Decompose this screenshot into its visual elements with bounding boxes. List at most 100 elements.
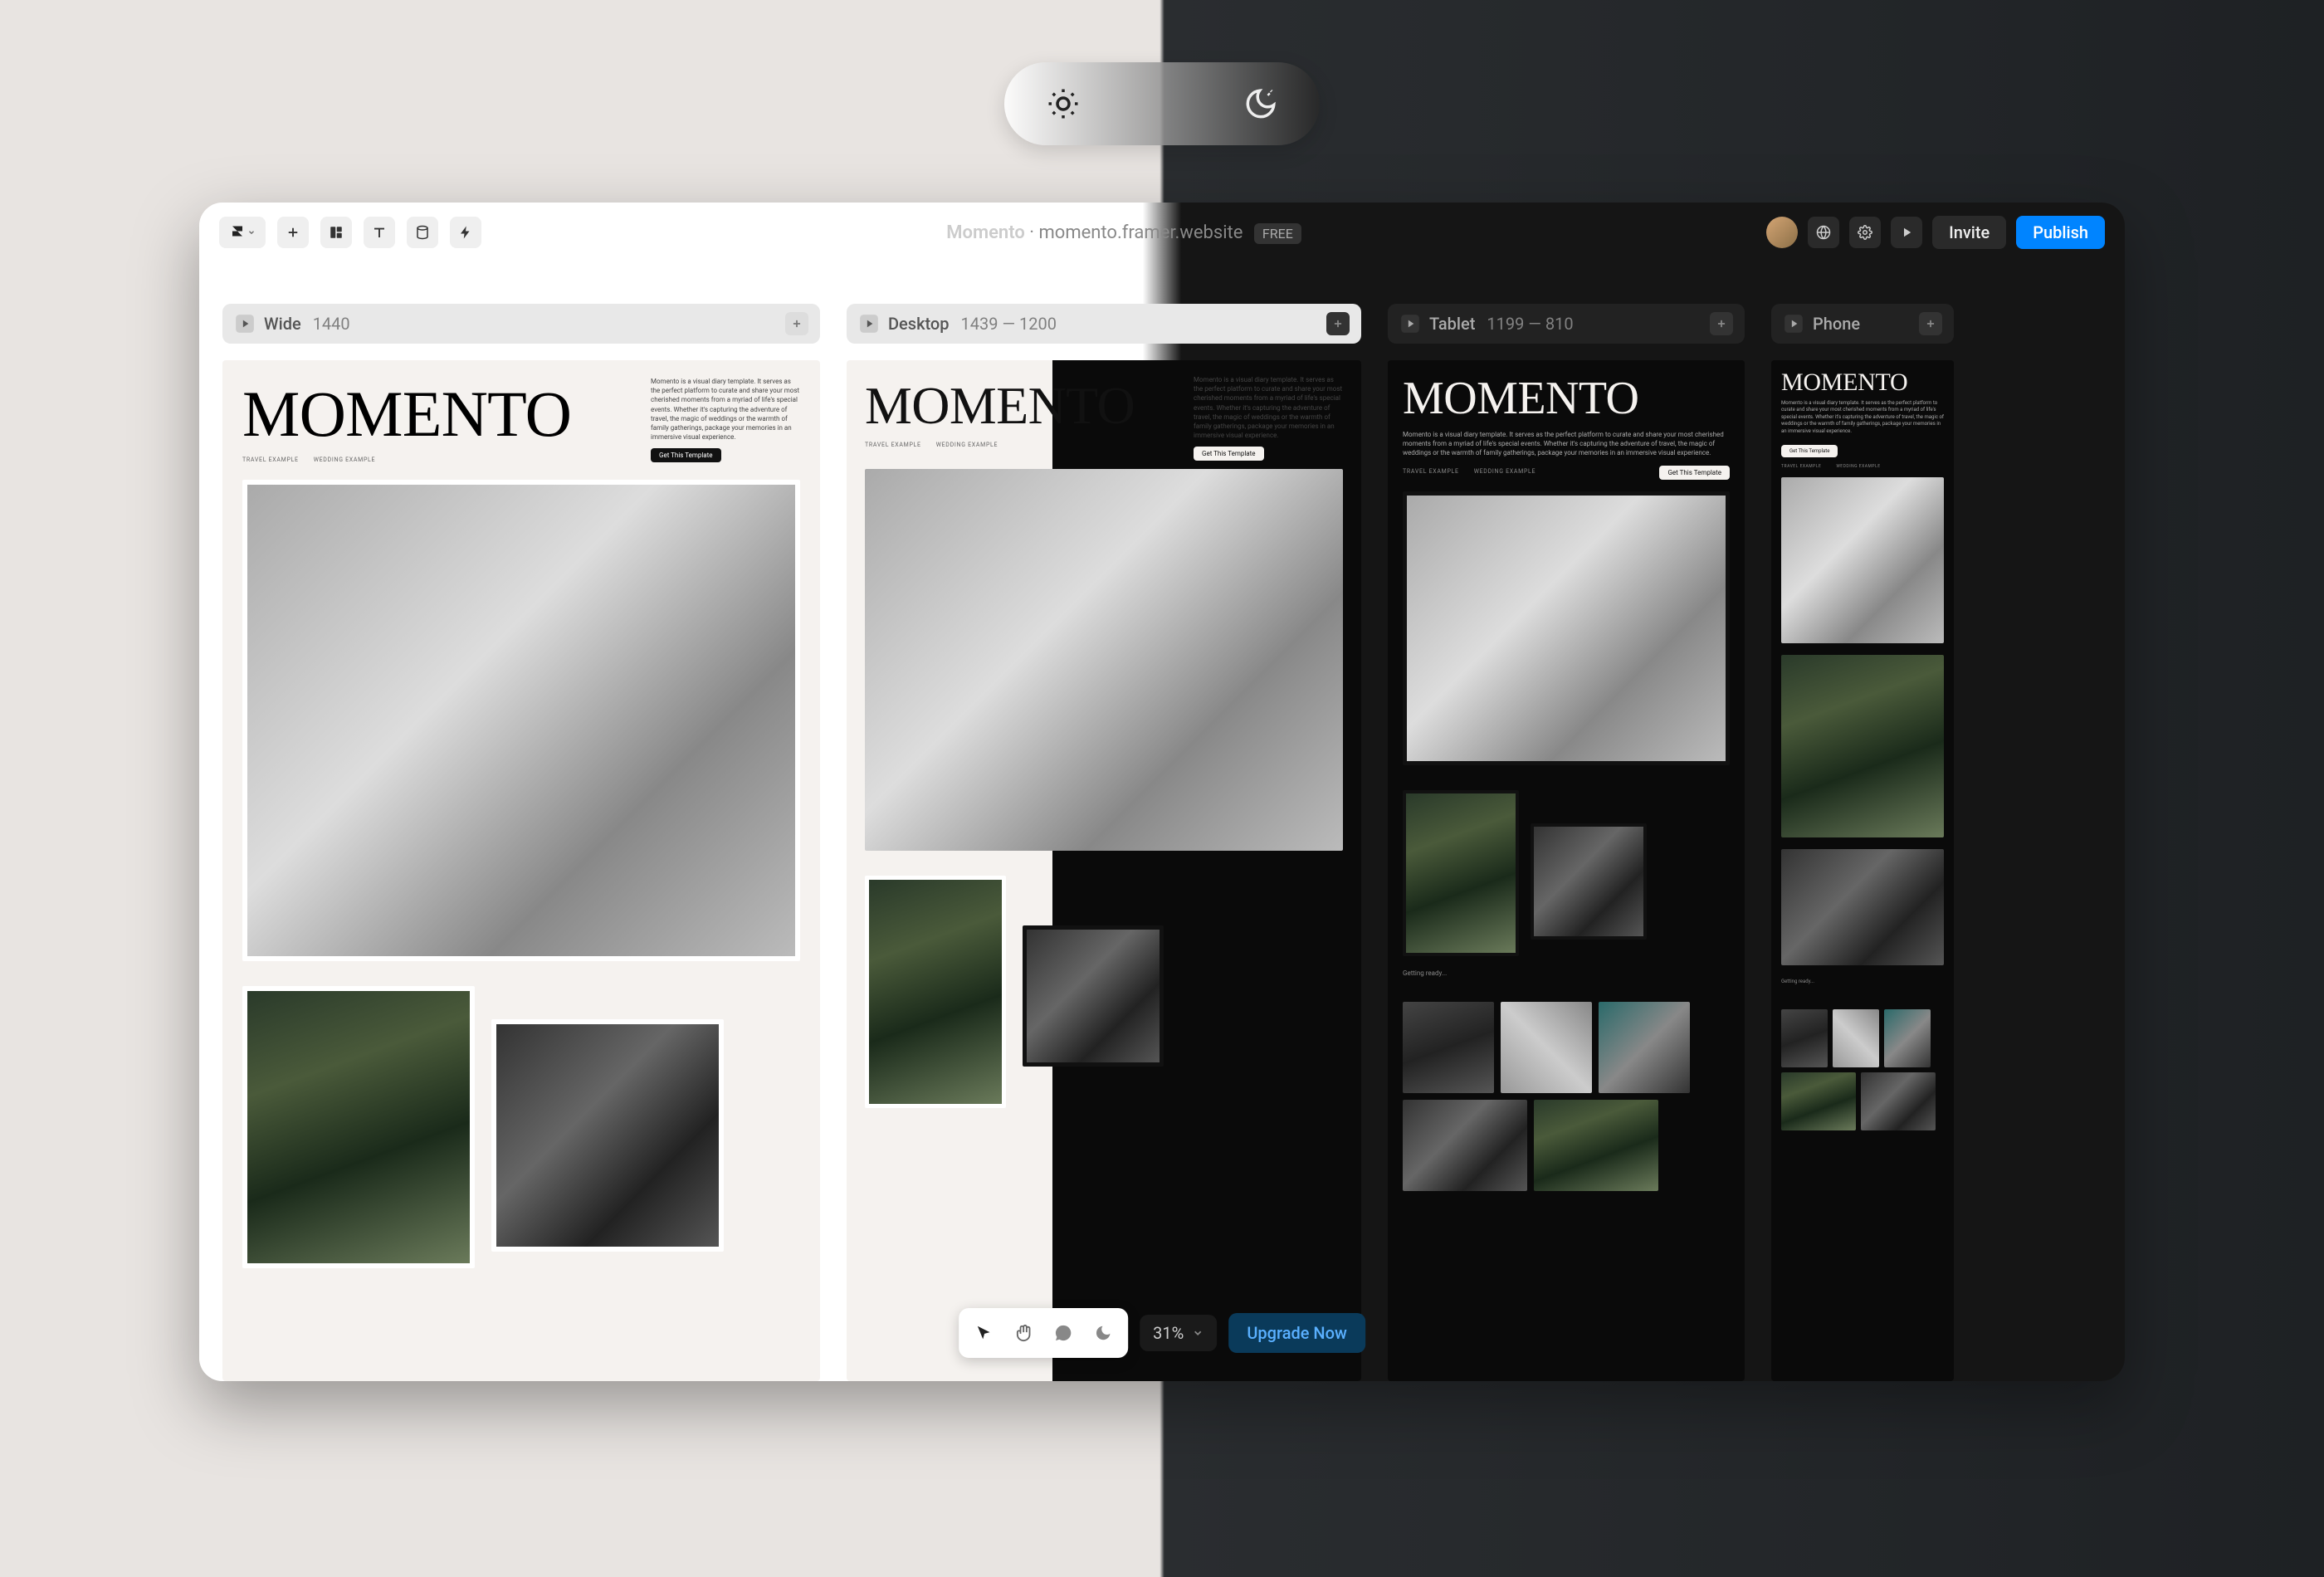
theme-toggle[interactable] xyxy=(1004,62,1320,145)
breakpoint-phone[interactable]: Phone MOMENTO Momento is a visual diary … xyxy=(1771,304,1954,1381)
gallery-image xyxy=(1781,849,1944,965)
framer-logo-button[interactable] xyxy=(219,217,266,248)
invite-button[interactable]: Invite xyxy=(1932,216,2006,249)
publish-button[interactable]: Publish xyxy=(2016,216,2105,249)
insert-button[interactable] xyxy=(277,217,309,248)
play-icon xyxy=(1399,313,1421,334)
add-breakpoint-button[interactable] xyxy=(785,312,808,335)
breakpoint-name: Phone xyxy=(1813,314,1860,334)
breakpoint-size: 1440 xyxy=(313,314,350,334)
upgrade-button[interactable]: Upgrade Now xyxy=(1228,1313,1365,1353)
tag-travel: TRAVEL EXAMPLE xyxy=(1781,464,1821,469)
hero-image xyxy=(242,480,800,961)
cursor-tool[interactable] xyxy=(965,1315,1002,1351)
gallery-image xyxy=(1861,1072,1936,1130)
play-icon xyxy=(858,313,880,334)
settings-button[interactable] xyxy=(1849,217,1881,248)
intro-text: Momento is a visual diary template. It s… xyxy=(1194,375,1343,440)
gallery-image xyxy=(865,876,1006,1108)
gallery-image xyxy=(1403,1100,1527,1191)
avatar[interactable] xyxy=(1766,217,1798,248)
intro-text: Momento is a visual diary template. It s… xyxy=(651,377,800,442)
gallery-image xyxy=(1531,823,1647,940)
add-breakpoint-button[interactable] xyxy=(1919,312,1942,335)
actions-button[interactable] xyxy=(450,217,481,248)
hero-title: MOMENTO xyxy=(865,375,1179,437)
breakpoint-header-wide[interactable]: Wide 1440 xyxy=(222,304,820,344)
gallery-image xyxy=(1781,655,1944,837)
hero-title: MOMENTO xyxy=(1403,372,1730,425)
add-breakpoint-button[interactable] xyxy=(1326,312,1350,335)
breakpoint-wide[interactable]: Wide 1440 MOMENTO TRAVEL EXAMPLE WEDDING… xyxy=(222,304,820,1381)
frame-wide[interactable]: MOMENTO TRAVEL EXAMPLE WEDDING EXAMPLE M… xyxy=(222,360,820,1381)
topbar: Momento · momento.framer.website FREE In… xyxy=(199,203,2125,262)
breakpoint-size: 1199 — 810 xyxy=(1487,314,1573,334)
gallery-image xyxy=(1403,790,1519,956)
tag-wedding: WEDDING EXAMPLE xyxy=(936,442,998,448)
moon-icon xyxy=(1243,86,1278,121)
breakpoint-name: Desktop xyxy=(888,314,950,334)
hand-tool[interactable] xyxy=(1005,1315,1042,1351)
gallery-image xyxy=(1403,1002,1494,1093)
project-url: momento.framer.website xyxy=(1038,222,1243,243)
section-label: Getting ready... xyxy=(1781,979,1944,984)
breakpoint-header-phone[interactable]: Phone xyxy=(1771,304,1954,344)
hero-title: MOMENTO xyxy=(242,377,636,452)
project-title-area[interactable]: Momento · momento.framer.website FREE xyxy=(495,222,1753,243)
frame-phone[interactable]: MOMENTO Momento is a visual diary templa… xyxy=(1771,360,1954,1381)
tool-group-light xyxy=(959,1308,1128,1358)
dark-mode-tool[interactable] xyxy=(1085,1315,1121,1351)
breakpoint-desktop[interactable]: Desktop 1439 — 1200 MOMENTO TRAVEL EXAMP… xyxy=(847,304,1361,1381)
play-icon xyxy=(234,313,256,334)
breakpoint-header-tablet[interactable]: Tablet 1199 — 810 xyxy=(1388,304,1745,344)
hero-image xyxy=(1781,477,1944,643)
comment-tool[interactable] xyxy=(1045,1315,1081,1351)
intro-text: Momento is a visual diary template. It s… xyxy=(1403,430,1730,458)
gallery-image xyxy=(1781,1072,1856,1130)
breakpoint-tablet[interactable]: Tablet 1199 — 810 MOMENTO Momento is a v… xyxy=(1388,304,1745,1381)
project-title: Momento xyxy=(946,222,1025,243)
gallery-image xyxy=(1534,1100,1658,1191)
frame-tablet[interactable]: MOMENTO Momento is a visual diary templa… xyxy=(1388,360,1745,1381)
sun-icon xyxy=(1046,86,1081,121)
add-breakpoint-button[interactable] xyxy=(1710,312,1733,335)
hero-title: MOMENTO xyxy=(1781,369,1944,397)
play-icon xyxy=(1783,313,1804,334)
breakpoint-size: 1439 — 1200 xyxy=(961,314,1057,334)
zoom-value: 31% xyxy=(1153,1323,1184,1343)
cta-button[interactable]: Get This Template xyxy=(1781,445,1838,457)
layout-button[interactable] xyxy=(320,217,352,248)
tag-wedding: WEDDING EXAMPLE xyxy=(1474,468,1536,475)
hero-image xyxy=(1403,491,1730,765)
gallery-image xyxy=(1833,1009,1879,1067)
tag-wedding: WEDDING EXAMPLE xyxy=(314,456,376,463)
cms-button[interactable] xyxy=(407,217,438,248)
frame-desktop[interactable]: MOMENTO TRAVEL EXAMPLE WEDDING EXAMPLE M… xyxy=(847,360,1361,1381)
hero-image xyxy=(865,469,1343,851)
text-button[interactable] xyxy=(364,217,395,248)
preview-button[interactable] xyxy=(1891,217,1922,248)
tag-wedding: WEDDING EXAMPLE xyxy=(1836,464,1880,469)
tag-travel: TRAVEL EXAMPLE xyxy=(242,456,299,463)
bottom-toolbar: 31% Upgrade Now xyxy=(959,1308,1365,1358)
zoom-control[interactable]: 31% xyxy=(1140,1315,1217,1351)
tag-travel: TRAVEL EXAMPLE xyxy=(865,442,921,448)
gallery-image xyxy=(1884,1009,1931,1067)
breakpoint-header-desktop[interactable]: Desktop 1439 — 1200 xyxy=(847,304,1361,344)
free-badge: FREE xyxy=(1254,223,1301,244)
cta-button[interactable]: Get This Template xyxy=(1194,447,1264,461)
gallery-image xyxy=(1023,925,1164,1067)
cta-button[interactable]: Get This Template xyxy=(651,448,721,462)
breakpoint-name: Tablet xyxy=(1429,314,1475,334)
breakpoint-name: Wide xyxy=(264,314,301,334)
gallery-image xyxy=(1599,1002,1690,1093)
app-window: Momento · momento.framer.website FREE In… xyxy=(199,203,2125,1381)
canvas[interactable]: Wide 1440 MOMENTO TRAVEL EXAMPLE WEDDING… xyxy=(199,262,2125,1381)
cta-button[interactable]: Get This Template xyxy=(1659,466,1730,480)
gallery-image xyxy=(1781,1009,1828,1067)
globe-button[interactable] xyxy=(1808,217,1839,248)
gallery-image xyxy=(1501,1002,1592,1093)
section-label: Getting ready... xyxy=(1403,969,1730,977)
tag-travel: TRAVEL EXAMPLE xyxy=(1403,468,1459,475)
gallery-image xyxy=(491,1019,724,1252)
